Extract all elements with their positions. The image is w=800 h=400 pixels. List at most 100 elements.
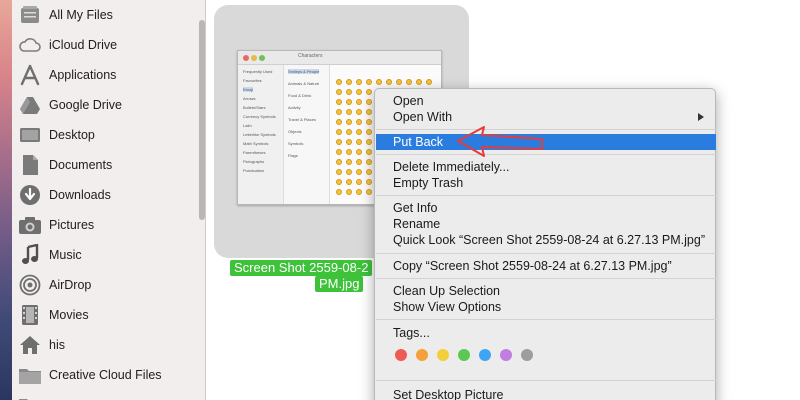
- tag-color-dot[interactable]: [416, 349, 428, 361]
- sidebar-item-movies[interactable]: Movies: [16, 301, 196, 329]
- tag-color-dot[interactable]: [521, 349, 533, 361]
- sidebar-item-applications[interactable]: Applications: [16, 61, 196, 89]
- thumbnail-emoji: [336, 99, 342, 105]
- camera-icon: [17, 212, 43, 238]
- thumbnail-emoji: [386, 79, 392, 85]
- thumbnail-emoji: [366, 79, 372, 85]
- file-name-label[interactable]: Screen Shot 2559-08-2: [230, 260, 373, 276]
- sidebar-item-label: Applications: [49, 68, 117, 82]
- thumbnail-emoji: [336, 169, 342, 175]
- menu-item-rename[interactable]: Rename: [376, 216, 716, 232]
- menu-separator: [376, 278, 716, 279]
- thumbnail-emoji: [346, 189, 352, 195]
- sidebar-item-icloud-drive[interactable]: iCloud Drive: [16, 31, 196, 59]
- sidebar-item-google-drive[interactable]: Google Drive: [16, 91, 196, 119]
- thumbnail-category-row: Animals & Nature: [288, 81, 320, 86]
- folder-icon: [17, 392, 43, 400]
- tag-color-dot[interactable]: [479, 349, 491, 361]
- thumbnail-emoji: [336, 189, 342, 195]
- thumbnail-sidebar-row: Frequently Used: [243, 69, 273, 74]
- thumbnail-emoji: [376, 79, 382, 85]
- thumbnail-emoji: [356, 169, 362, 175]
- sidebar-item-partial[interactable]: [16, 391, 196, 400]
- thumbnail-emoji: [336, 119, 342, 125]
- cloud-icon: [17, 32, 43, 58]
- thumbnail-emoji: [346, 89, 352, 95]
- thumbnail-emoji: [336, 159, 342, 165]
- thumbnail-sidebar-row: Punctuation: [243, 168, 265, 173]
- menu-item-set-desktop-picture[interactable]: Set Desktop Picture: [376, 387, 716, 400]
- tag-color-dot[interactable]: [437, 349, 449, 361]
- thumbnail-emoji: [346, 129, 352, 135]
- thumbnail-emoji: [346, 109, 352, 115]
- sidebar-item-label: All My Files: [49, 8, 113, 22]
- tag-color-dot[interactable]: [458, 349, 470, 361]
- thumbnail-emoji: [366, 99, 372, 105]
- sidebar-item-airdrop[interactable]: AirDrop: [16, 271, 196, 299]
- sidebar-scrollbar[interactable]: [199, 20, 205, 220]
- thumbnail-sidebar: Frequently Used Favourites Emoji Arrows …: [238, 65, 284, 204]
- thumbnail-emoji: [346, 169, 352, 175]
- tag-color-dot[interactable]: [500, 349, 512, 361]
- menu-separator: [376, 195, 716, 196]
- thumbnail-emoji: [356, 149, 362, 155]
- thumbnail-emoji: [336, 89, 342, 95]
- thumbnail-category-row: Activity: [288, 105, 301, 110]
- thumbnail-emoji: [366, 179, 372, 185]
- sidebar-item-label: Music: [49, 248, 82, 262]
- menu-item-clean-up-selection[interactable]: Clean Up Selection: [376, 283, 716, 299]
- applications-icon: [17, 62, 43, 88]
- finder-sidebar: All My Files iCloud Drive Applications G…: [12, 0, 206, 400]
- thumbnail-emoji: [366, 149, 372, 155]
- thumbnail-emoji: [416, 79, 422, 85]
- all-files-icon: [17, 2, 43, 28]
- thumbnail-emoji: [366, 129, 372, 135]
- thumbnail-emoji: [346, 79, 352, 85]
- thumbnail-emoji: [366, 189, 372, 195]
- airdrop-icon: [17, 272, 43, 298]
- thumbnail-emoji: [366, 109, 372, 115]
- menu-item-delete-immediately[interactable]: Delete Immediately...: [376, 159, 716, 175]
- menu-item-quick-look[interactable]: Quick Look “Screen Shot 2559-08-24 at 6.…: [376, 232, 716, 248]
- thumbnail-emoji: [356, 99, 362, 105]
- menu-item-tags[interactable]: Tags...: [376, 325, 716, 341]
- sidebar-item-desktop[interactable]: Desktop: [16, 121, 196, 149]
- sidebar-item-pictures[interactable]: Pictures: [16, 211, 196, 239]
- thumbnail-emoji: [336, 109, 342, 115]
- annotation-arrow-icon: [457, 126, 543, 157]
- menu-item-get-info[interactable]: Get Info: [376, 200, 716, 216]
- menu-item-open-with[interactable]: Open With: [376, 109, 716, 125]
- thumbnail-sidebar-row: Letterlike Symbols: [243, 132, 276, 137]
- film-icon: [17, 302, 43, 328]
- thumbnail-category-row: Food & Drink: [288, 93, 312, 98]
- thumbnail-window-titlebar: Characters: [238, 51, 441, 65]
- thumbnail-category-row: Smileys & People: [288, 69, 320, 74]
- tag-color-dot[interactable]: [395, 349, 407, 361]
- sidebar-item-downloads[interactable]: Downloads: [16, 181, 196, 209]
- thumbnail-emoji: [346, 179, 352, 185]
- thumbnail-emoji: [346, 149, 352, 155]
- thumbnail-sidebar-row: Math Symbols: [243, 141, 269, 146]
- sidebar-item-creative-cloud-files[interactable]: Creative Cloud Files: [16, 361, 196, 389]
- menu-item-copy[interactable]: Copy “Screen Shot 2559-08-24 at 6.27.13 …: [376, 258, 716, 274]
- thumbnail-emoji: [346, 99, 352, 105]
- menu-item-put-back[interactable]: Put Back: [376, 134, 716, 150]
- thumbnail-emoji: [336, 139, 342, 145]
- thumbnail-emoji: [366, 139, 372, 145]
- menu-item-open[interactable]: Open: [376, 93, 716, 109]
- thumbnail-emoji: [356, 189, 362, 195]
- desktop-icon: [17, 122, 43, 148]
- thumbnail-emoji: [356, 159, 362, 165]
- menu-separator: [376, 319, 716, 320]
- sidebar-item-music[interactable]: Music: [16, 241, 196, 269]
- thumbnail-emoji: [346, 139, 352, 145]
- sidebar-item-documents[interactable]: Documents: [16, 151, 196, 179]
- menu-item-empty-trash[interactable]: Empty Trash: [376, 175, 716, 191]
- menu-item-show-view-options[interactable]: Show View Options: [376, 299, 716, 315]
- menu-separator: [376, 129, 716, 130]
- thumbnail-category-row: Flags: [288, 153, 298, 158]
- file-name-label-continued[interactable]: PM.jpg: [315, 276, 364, 292]
- sidebar-item-all-my-files[interactable]: All My Files: [16, 1, 196, 29]
- sidebar-item-home[interactable]: his: [16, 331, 196, 359]
- desktop-background: [0, 0, 12, 400]
